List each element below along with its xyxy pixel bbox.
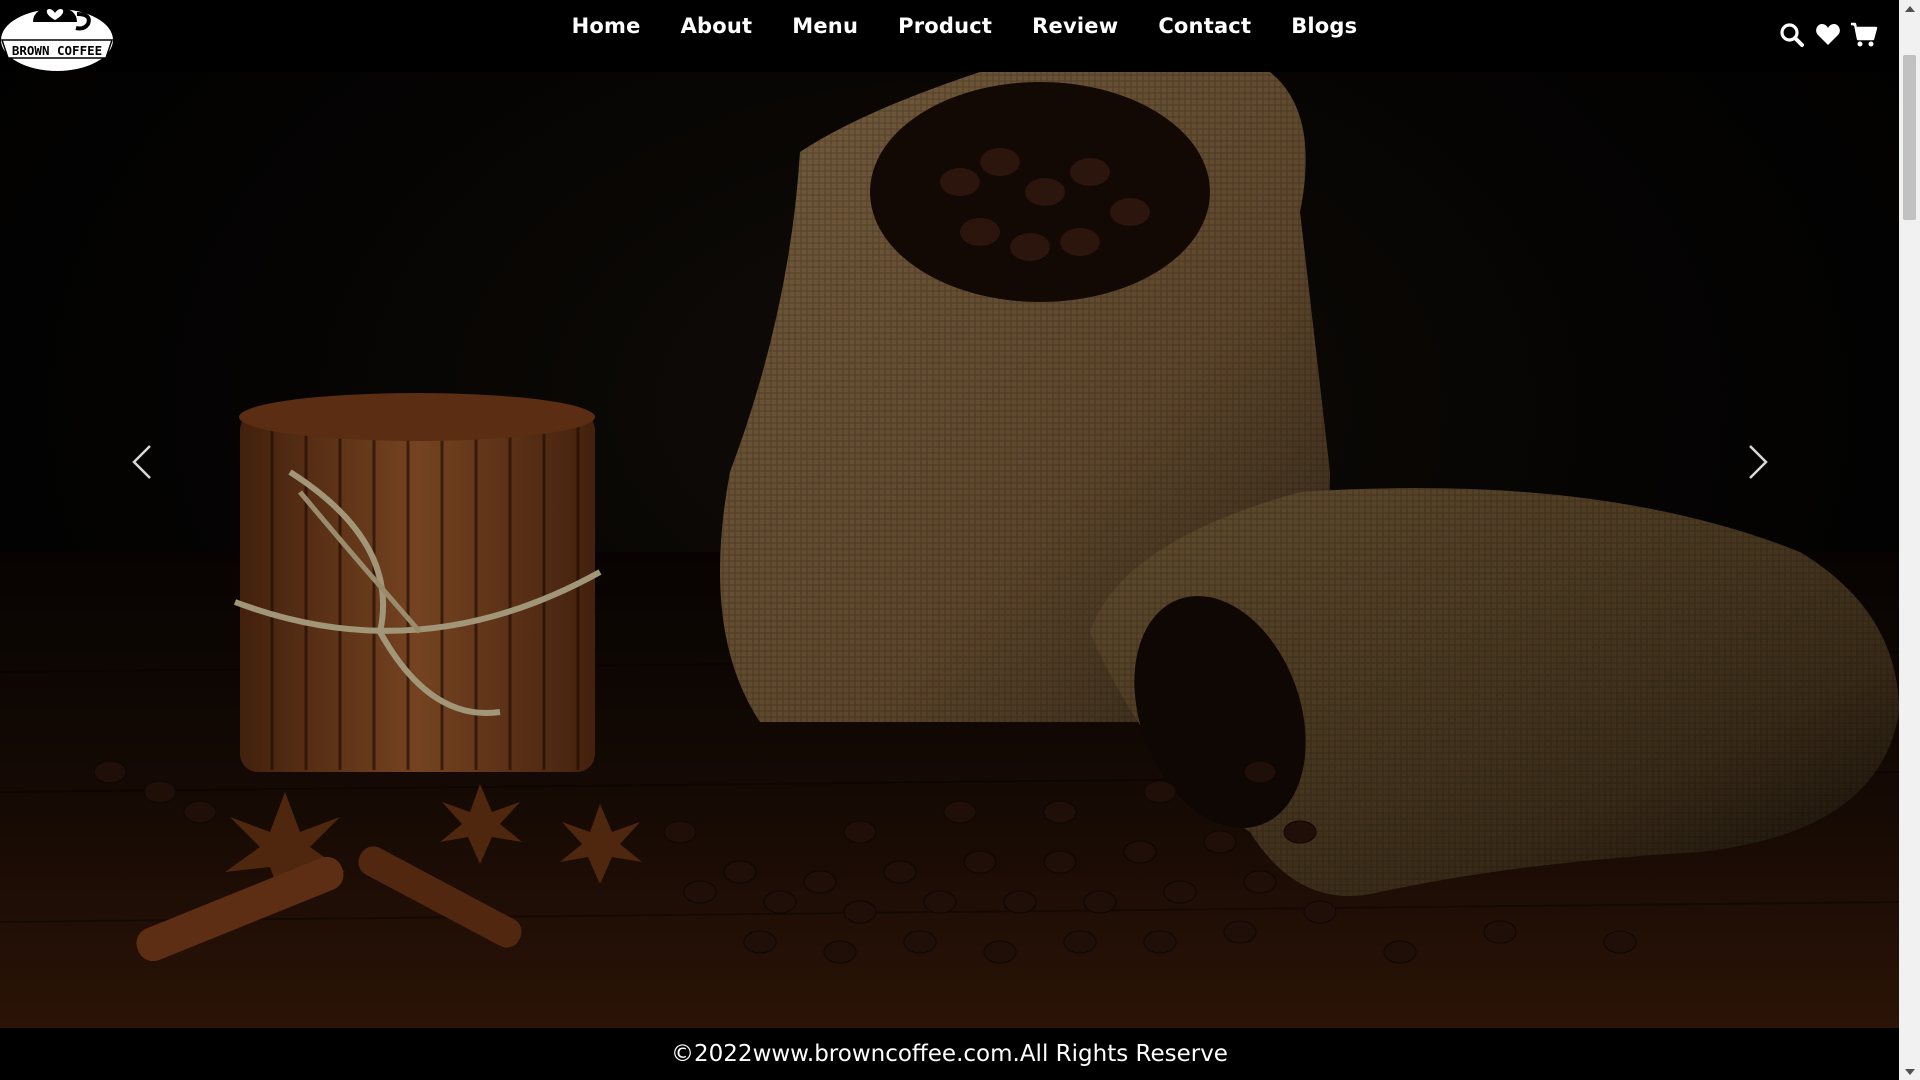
main-nav: Home About Menu Product Review Contact B… [0, 0, 1899, 52]
cart-icon[interactable] [1849, 20, 1879, 50]
coffee-hero-image [0, 72, 1899, 1028]
nav-home[interactable]: Home [572, 14, 641, 38]
copyright-text: ©2022www.browncoffee.com.All Rights Rese… [671, 1041, 1228, 1067]
nav-review[interactable]: Review [1032, 14, 1118, 38]
nav-blogs[interactable]: Blogs [1291, 14, 1357, 38]
nav-menu[interactable]: Menu [792, 14, 858, 38]
cinnamon-bundle [233, 393, 602, 772]
scrollbar-thumb[interactable] [1903, 55, 1916, 220]
chevron-right-icon [1749, 445, 1768, 479]
scroll-up-arrow-icon[interactable] [1899, 0, 1920, 17]
carousel-next-button[interactable] [1738, 432, 1778, 492]
hero-carousel [0, 72, 1899, 1028]
search-icon[interactable] [1777, 20, 1807, 50]
heart-icon[interactable] [1813, 20, 1843, 50]
scroll-down-arrow-icon[interactable] [1899, 1063, 1920, 1080]
nav-contact[interactable]: Contact [1158, 14, 1251, 38]
page-scrollbar[interactable] [1899, 0, 1920, 1080]
chevron-left-icon [132, 445, 151, 479]
nav-about[interactable]: About [681, 14, 753, 38]
nav-product[interactable]: Product [898, 14, 992, 38]
site-header: BROWN COFFEE Home About Menu Product Rev… [0, 0, 1899, 72]
carousel-prev-button[interactable] [122, 432, 162, 492]
header-icons [1777, 20, 1879, 50]
site-footer: ©2022www.browncoffee.com.All Rights Rese… [0, 1028, 1899, 1080]
